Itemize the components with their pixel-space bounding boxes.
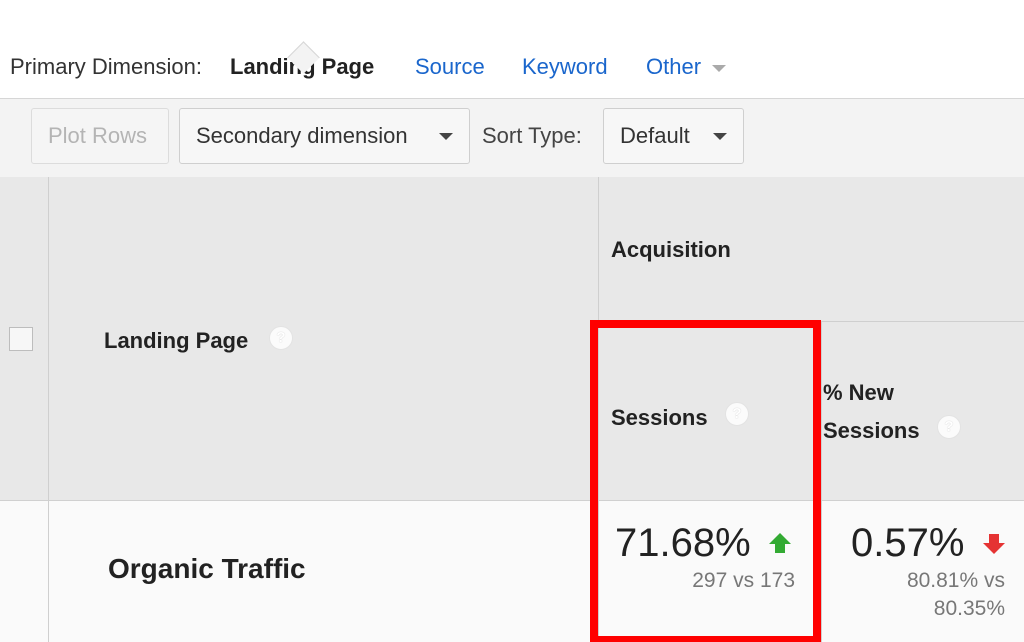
plot-rows-button[interactable]: Plot Rows [31, 108, 169, 164]
column-divider [598, 177, 599, 500]
sessions-column-header[interactable]: Sessions [611, 405, 708, 431]
plot-rows-label: Plot Rows [48, 123, 148, 148]
column-divider [48, 177, 49, 500]
primary-dimension-keyword[interactable]: Keyword [522, 54, 608, 80]
column-divider [821, 501, 822, 642]
table-toolbar: Plot Rows Secondary dimension Sort Type:… [0, 98, 1024, 178]
chevron-down-icon [439, 133, 453, 140]
new-sessions-help-icon[interactable]: ? [937, 415, 961, 439]
sort-type-value: Default [620, 123, 690, 148]
primary-dimension-source[interactable]: Source [415, 54, 485, 80]
sessions-compare-value: 297 vs 173 [692, 569, 795, 592]
sessions-change-value: 71.68% [615, 521, 751, 565]
secondary-dimension-dropdown[interactable]: Secondary dimension [179, 108, 470, 164]
acquisition-group-header: Acquisition [611, 237, 731, 262]
new-sessions-column-header-line1[interactable]: % New [823, 380, 894, 406]
table-header: Landing Page ? Acquisition Sessions ? % … [0, 177, 1024, 501]
other-chevron-down-icon[interactable] [712, 65, 726, 72]
analytics-report: Primary Dimension: Landing Page Source K… [0, 0, 1024, 642]
secondary-dimension-label: Secondary dimension [196, 123, 408, 148]
sessions-help-icon[interactable]: ? [725, 402, 749, 426]
column-divider [598, 501, 599, 642]
row-label-organic-traffic: Organic Traffic [108, 553, 306, 584]
select-all-checkbox[interactable] [9, 327, 33, 351]
new-sessions-compare-line2: 80.35% [933, 597, 1005, 620]
primary-dimension-label: Primary Dimension: [10, 54, 202, 79]
sort-type-label: Sort Type: [482, 123, 582, 148]
landing-page-help-icon[interactable]: ? [269, 326, 293, 350]
landing-page-column-header[interactable]: Landing Page [104, 328, 248, 354]
table-row: Organic Traffic 71.68% 297 vs 173 0.57% … [0, 501, 1024, 642]
new-sessions-compare-line1: 80.81% vs [906, 569, 1005, 592]
chevron-down-icon [713, 133, 727, 140]
primary-dimension-bar: Primary Dimension: Landing Page Source K… [0, 40, 1024, 96]
column-divider [48, 501, 49, 642]
primary-dimension-other[interactable]: Other [646, 54, 701, 80]
new-sessions-change-value: 0.57% [851, 521, 965, 565]
new-sessions-column-header-line2[interactable]: Sessions [823, 418, 920, 444]
group-divider [598, 321, 1024, 322]
sort-type-dropdown[interactable]: Default [603, 108, 744, 164]
column-divider [821, 322, 822, 500]
